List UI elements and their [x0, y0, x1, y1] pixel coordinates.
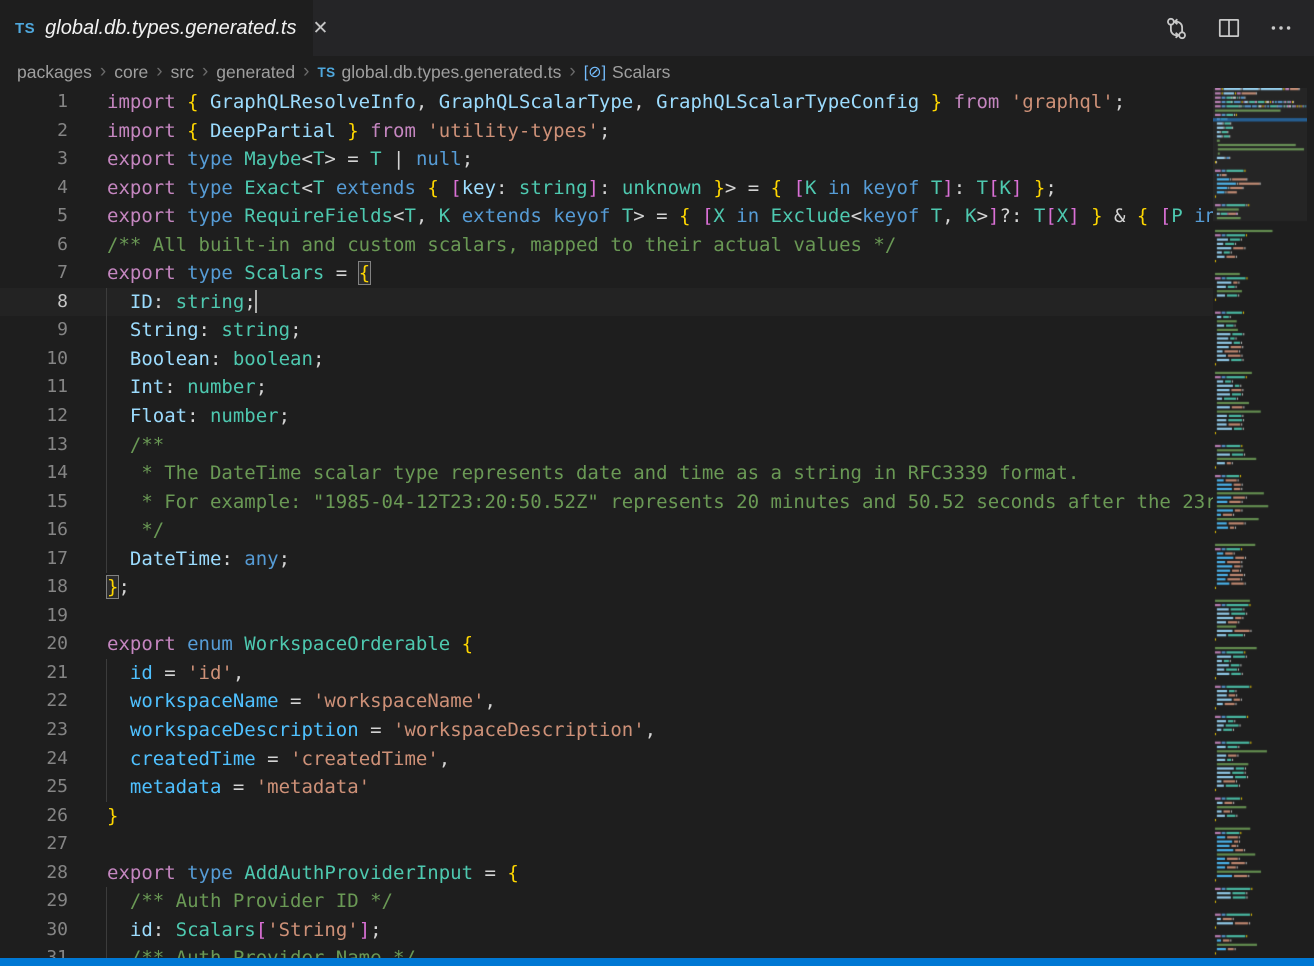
- code-editor[interactable]: 1import { GraphQLResolveInfo, GraphQLSca…: [0, 88, 1213, 966]
- line-number: 15: [0, 488, 88, 517]
- status-bar: [0, 958, 1314, 966]
- code-line[interactable]: 28export type AddAuthProviderInput = {: [0, 859, 1213, 888]
- code-line[interactable]: 24 createdTime = 'createdTime',: [0, 745, 1213, 774]
- line-number: 27: [0, 830, 88, 859]
- code-line[interactable]: 13 /**: [0, 431, 1213, 460]
- code-line[interactable]: 25 metadata = 'metadata': [0, 773, 1213, 802]
- chevron-right-icon: ›: [569, 61, 575, 83]
- editor-tab[interactable]: TS global.db.types.generated.ts ✕: [0, 0, 313, 56]
- line-number: 25: [0, 773, 88, 802]
- code-line[interactable]: 27: [0, 830, 1213, 859]
- indent-guide: [106, 659, 107, 802]
- code-line[interactable]: 17 DateTime: any;: [0, 545, 1213, 574]
- code-line[interactable]: 18};: [0, 573, 1213, 602]
- code-line[interactable]: 10 Boolean: boolean;: [0, 345, 1213, 374]
- line-number: 24: [0, 745, 88, 774]
- text-cursor: [255, 290, 257, 313]
- editor-actions: [1163, 0, 1314, 56]
- breadcrumb-label: src: [171, 62, 194, 83]
- code-line[interactable]: 19: [0, 602, 1213, 631]
- breadcrumb-item-global-db-types-generated-ts[interactable]: TS global.db.types.generated.ts: [317, 62, 561, 83]
- tab-bar: TS global.db.types.generated.ts ✕: [0, 0, 1314, 56]
- code-line[interactable]: 29 /** Auth Provider ID */: [0, 887, 1213, 916]
- code-line[interactable]: 26}: [0, 802, 1213, 831]
- code-line[interactable]: 20export enum WorkspaceOrderable {: [0, 630, 1213, 659]
- chevron-right-icon: ›: [202, 61, 208, 83]
- line-number: 10: [0, 345, 88, 374]
- typescript-file-icon: TS: [317, 65, 335, 80]
- line-number: 13: [0, 431, 88, 460]
- code-line[interactable]: 30 id: Scalars['String'];: [0, 916, 1213, 945]
- indent-guide: [106, 887, 107, 966]
- code-line[interactable]: 9 String: string;: [0, 316, 1213, 345]
- breadcrumb-item-src[interactable]: src: [171, 62, 194, 83]
- line-number: 9: [0, 316, 88, 345]
- breadcrumb: packages › core › src › generated › TS global.db.…: [0, 56, 1314, 88]
- line-number: 6: [0, 231, 88, 260]
- breadcrumb-label: generated: [216, 62, 295, 83]
- code-line[interactable]: 15 * For example: "1985-04-12T23:20:50.5…: [0, 488, 1213, 517]
- line-number: 4: [0, 174, 88, 203]
- line-number: 29: [0, 887, 88, 916]
- minimap[interactable]: [1213, 88, 1307, 956]
- code-line[interactable]: 16 */: [0, 516, 1213, 545]
- breadcrumb-label: global.db.types.generated.ts: [342, 62, 562, 83]
- code-line[interactable]: 11 Int: number;: [0, 373, 1213, 402]
- code-line[interactable]: 14 * The DateTime scalar type represents…: [0, 459, 1213, 488]
- line-number: 14: [0, 459, 88, 488]
- split-editor-icon[interactable]: [1216, 15, 1242, 41]
- line-number: 7: [0, 259, 88, 288]
- line-number: 22: [0, 687, 88, 716]
- line-number: 21: [0, 659, 88, 688]
- code-line[interactable]: 2import { DeepPartial } from 'utility-ty…: [0, 117, 1213, 146]
- line-number: 17: [0, 545, 88, 574]
- code-line[interactable]: 3export type Maybe<T> = T | null;: [0, 145, 1213, 174]
- chevron-right-icon: ›: [156, 61, 162, 83]
- line-number: 19: [0, 602, 88, 631]
- breadcrumb-label: Scalars: [612, 62, 670, 83]
- line-number: 1: [0, 88, 88, 117]
- code-line[interactable]: 7export type Scalars = {: [0, 259, 1213, 288]
- chevron-right-icon: ›: [100, 61, 106, 83]
- code-line[interactable]: 5export type RequireFields<T, K extends …: [0, 202, 1213, 231]
- code-line[interactable]: 21 id = 'id',: [0, 659, 1213, 688]
- breadcrumb-item-generated[interactable]: generated: [216, 62, 295, 83]
- line-number: 11: [0, 373, 88, 402]
- more-actions-icon[interactable]: [1268, 15, 1294, 41]
- open-changes-icon[interactable]: [1163, 15, 1190, 42]
- breadcrumb-item-core[interactable]: core: [114, 62, 148, 83]
- line-number: 23: [0, 716, 88, 745]
- breadcrumb-label: core: [114, 62, 148, 83]
- line-number: 12: [0, 402, 88, 431]
- line-number: 5: [0, 202, 88, 231]
- tab-close-icon[interactable]: ✕: [312, 19, 328, 38]
- code-line[interactable]: 4export type Exact<T extends { [key: str…: [0, 174, 1213, 203]
- breadcrumb-item-scalars[interactable]: [⊘] Scalars: [584, 62, 671, 83]
- line-number: 16: [0, 516, 88, 545]
- symbol-type-icon: [⊘]: [584, 62, 606, 82]
- code-line[interactable]: 1import { GraphQLResolveInfo, GraphQLSca…: [0, 88, 1213, 117]
- line-number: 20: [0, 630, 88, 659]
- line-number: 18: [0, 573, 88, 602]
- code-line[interactable]: 23 workspaceDescription = 'workspaceDesc…: [0, 716, 1213, 745]
- breadcrumb-label: packages: [17, 62, 92, 83]
- code-line[interactable]: 8 ID: string;: [0, 288, 1213, 317]
- line-number: 2: [0, 117, 88, 146]
- code-line[interactable]: 22 workspaceName = 'workspaceName',: [0, 687, 1213, 716]
- typescript-file-icon: TS: [15, 20, 35, 37]
- code-line[interactable]: 12 Float: number;: [0, 402, 1213, 431]
- code-line[interactable]: 6/** All built-in and custom scalars, ma…: [0, 231, 1213, 260]
- tab-title: global.db.types.generated.ts: [45, 17, 296, 40]
- line-number: 28: [0, 859, 88, 888]
- breadcrumb-item-packages[interactable]: packages: [17, 62, 92, 83]
- line-number: 8: [0, 288, 88, 317]
- indent-guide: [106, 288, 107, 574]
- line-number: 26: [0, 802, 88, 831]
- line-number: 3: [0, 145, 88, 174]
- line-number: 30: [0, 916, 88, 945]
- chevron-right-icon: ›: [303, 61, 309, 83]
